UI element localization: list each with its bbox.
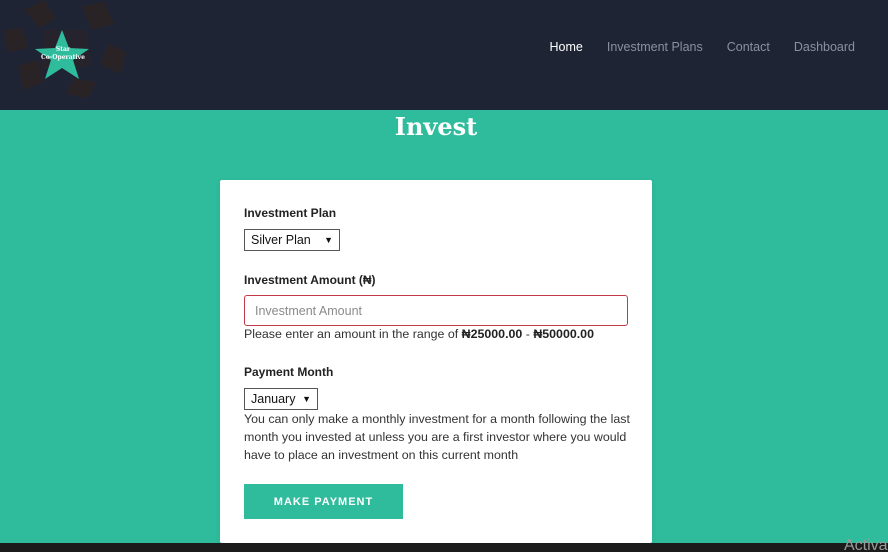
logo-text-line-2: Co-Operative [41, 54, 85, 61]
invest-form-card: Investment Plan Silver Plan ▼ Investment… [220, 180, 652, 543]
nav-item-home[interactable]: Home [550, 40, 583, 54]
logo-text: Star Co-Operative [36, 46, 90, 62]
payment-month-selected: January [251, 392, 296, 406]
make-payment-button[interactable]: MAKE PAYMENT [244, 484, 403, 519]
investment-plan-label: Investment Plan [244, 206, 337, 220]
amount-min: ₦25000.00 [461, 327, 523, 341]
chevron-down-icon: ▼ [302, 394, 311, 404]
page-title: Invest [394, 112, 478, 141]
nav-item-contact[interactable]: Contact [727, 40, 770, 54]
investment-amount-label: Investment Amount (₦) [244, 273, 376, 287]
amount-help-prefix: Please enter an amount in the range of [244, 327, 462, 341]
investment-plan-selected: Silver Plan [251, 233, 311, 247]
footer-strip [0, 543, 888, 552]
top-navbar: Star Co-Operative Home Investment Plans … [0, 0, 888, 110]
logo-text-line-1: Star [55, 46, 71, 53]
payment-month-help: You can only make a monthly investment f… [244, 412, 630, 462]
investment-plan-select[interactable]: Silver Plan ▼ [244, 229, 340, 251]
investment-amount-input[interactable] [244, 295, 628, 326]
amount-max: ₦50000.00 [533, 327, 594, 341]
nav-item-dashboard[interactable]: Dashboard [794, 40, 855, 54]
payment-month-label: Payment Month [244, 365, 334, 379]
chevron-down-icon: ▼ [324, 235, 333, 245]
payment-month-select[interactable]: January ▼ [244, 388, 318, 410]
amount-sep: - [522, 327, 534, 341]
nav-menu: Home Investment Plans Contact Dashboard [550, 40, 855, 54]
nav-item-investment-plans[interactable]: Investment Plans [607, 40, 703, 54]
amount-range-help: Please enter an amount in the range of ₦… [244, 325, 594, 343]
activate-watermark: Activat [843, 537, 888, 552]
